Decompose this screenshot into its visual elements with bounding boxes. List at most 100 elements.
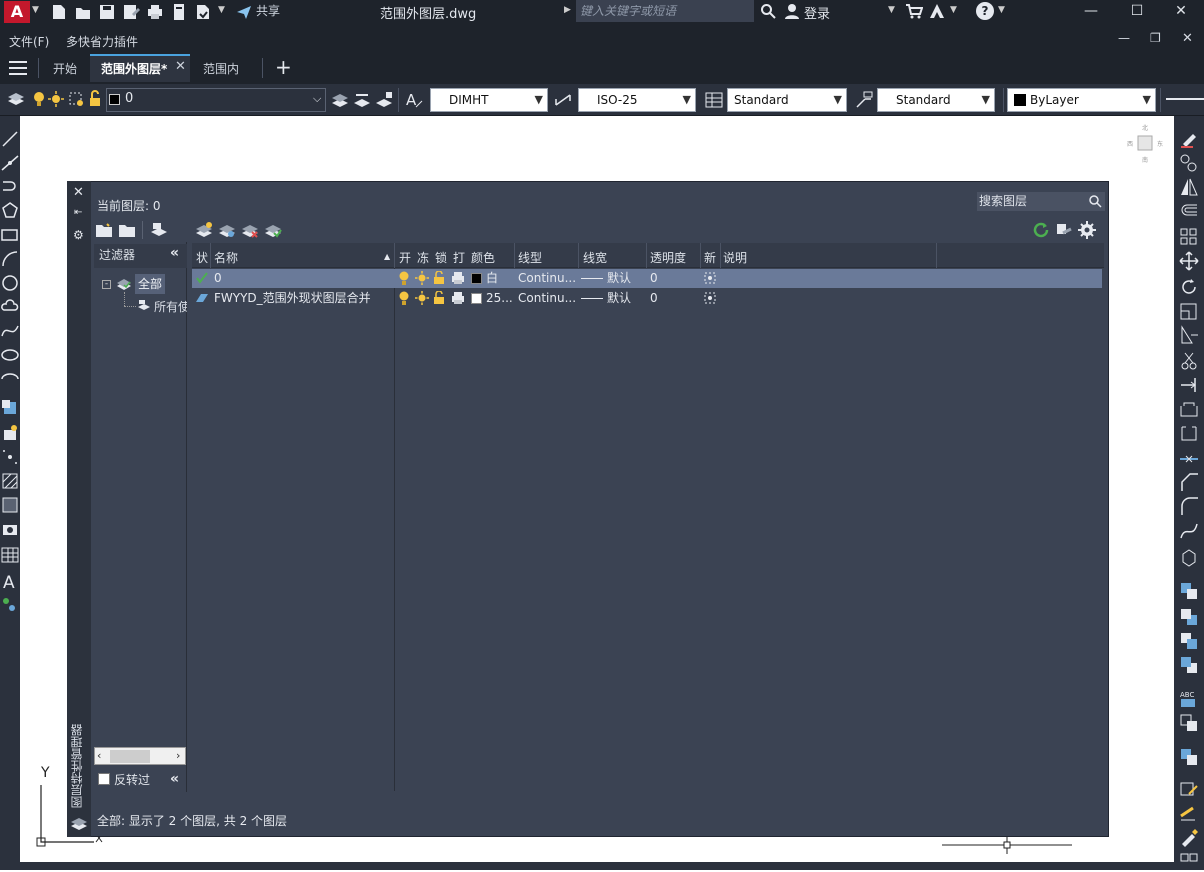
layer-translator-icon[interactable] [1055, 221, 1073, 239]
multileader-style-combo[interactable]: Standard ▼ [877, 88, 995, 112]
tab-inside-range[interactable]: 范围内 [203, 60, 239, 77]
column-transparency[interactable]: 透明度 [650, 249, 686, 266]
new-layer-icon[interactable] [195, 221, 213, 239]
plot-printer-icon[interactable] [451, 271, 465, 285]
text-style-combo[interactable]: DIMHT ▼ [430, 88, 548, 112]
column-freeze[interactable]: 冻 [417, 249, 429, 266]
break-icon[interactable] [1179, 422, 1199, 444]
layer-transparency[interactable]: 0 [650, 289, 658, 308]
viewcube-icon[interactable]: 北西 东南 [1124, 122, 1166, 164]
column-name[interactable]: 名称 [214, 249, 238, 266]
text-style-icon[interactable]: A [404, 89, 424, 111]
scroll-left-icon[interactable]: ‹ [97, 749, 101, 762]
edit-hatch-icon[interactable] [1179, 778, 1199, 800]
revision-cloud-icon[interactable] [0, 296, 20, 318]
layer-transparency[interactable]: 0 [650, 269, 658, 288]
help-icon[interactable]: ? [976, 2, 994, 20]
unlock-icon[interactable] [433, 271, 445, 285]
new-file-icon[interactable] [50, 2, 68, 22]
sun-thaw-icon[interactable] [48, 90, 64, 108]
copy-icon[interactable] [1179, 152, 1199, 174]
cart-icon[interactable] [905, 3, 923, 19]
gradient-icon[interactable] [0, 494, 20, 516]
layer-linetype[interactable]: Continu... [518, 269, 576, 288]
plot-icon[interactable] [170, 2, 188, 22]
blend-curves-icon[interactable] [1179, 520, 1199, 542]
doc-minimize-button[interactable]: — [1118, 31, 1130, 45]
palette-autohide-icon[interactable]: ⇤ [74, 207, 82, 218]
chamfer-icon[interactable] [1179, 472, 1199, 494]
column-lineweight[interactable]: 线宽 [583, 249, 607, 266]
layer-properties-icon[interactable] [6, 89, 26, 111]
column-new-vp-freeze[interactable]: 新 [704, 249, 716, 266]
qat-dropdown-icon[interactable]: ▼ [218, 5, 225, 15]
unlock-icon[interactable] [88, 90, 102, 108]
chevron-down-icon[interactable]: ▼ [834, 89, 842, 111]
bring-to-front-icon[interactable] [1179, 580, 1199, 602]
sun-thaw-icon[interactable] [415, 271, 429, 285]
search-icon[interactable] [1089, 195, 1102, 208]
previous-layer-icon[interactable] [374, 89, 394, 111]
dimension-style-combo[interactable]: ISO-25 ▼ [578, 88, 696, 112]
rectangle-icon[interactable] [0, 224, 20, 246]
multiline-text-icon[interactable]: A [0, 570, 20, 592]
ellipse-arc-icon[interactable] [0, 368, 20, 390]
close-button[interactable]: ✕ [1158, 0, 1204, 24]
linetype-preview[interactable] [1166, 98, 1204, 100]
scroll-right-icon[interactable]: › [176, 749, 180, 762]
help-dropdown-icon[interactable]: ▼ [998, 5, 1005, 15]
send-to-back-icon[interactable] [1179, 606, 1199, 628]
line-icon[interactable] [0, 128, 20, 150]
color-combo[interactable]: ByLayer ▼ [1007, 88, 1156, 112]
search-expand-icon[interactable]: ▶ [564, 5, 571, 15]
trim-icon[interactable] [1179, 350, 1199, 372]
lightbulb-on-icon[interactable] [32, 90, 46, 108]
table-icon[interactable] [0, 544, 20, 566]
keyword-search-input[interactable]: 键入关键字或短语 [576, 0, 754, 22]
new-vp-freeze-icon[interactable] [703, 271, 717, 285]
layer-states-manager-icon[interactable] [150, 221, 168, 239]
scroll-thumb[interactable] [110, 750, 150, 763]
unlock-icon[interactable] [433, 291, 445, 305]
hatch-to-back-icon[interactable] [1179, 712, 1199, 734]
new-tab-plus-icon[interactable]: + [275, 55, 292, 79]
column-linetype[interactable]: 线型 [518, 249, 542, 266]
new-layer-vp-frozen-icon[interactable] [218, 221, 236, 239]
print-icon[interactable] [146, 2, 164, 22]
layer-search-input[interactable]: 搜索图层 [977, 192, 1105, 211]
offset-icon[interactable] [1179, 200, 1199, 222]
palette-properties-icon[interactable]: ⚙ [73, 228, 84, 242]
send-under-icon[interactable] [1179, 654, 1199, 676]
match-layer-icon[interactable] [352, 89, 372, 111]
make-current-layer-icon[interactable] [330, 89, 350, 111]
arc-icon[interactable] [0, 248, 20, 270]
column-status[interactable]: 状 [196, 249, 208, 266]
sun-thaw-icon[interactable] [415, 291, 429, 305]
refresh-icon[interactable] [1032, 221, 1050, 239]
new-group-filter-icon[interactable] [118, 221, 136, 239]
lightbulb-on-icon[interactable] [398, 291, 410, 306]
chevron-down-icon[interactable]: ⌵ [313, 92, 321, 106]
share-button[interactable]: 共享 [256, 2, 280, 20]
tab-close-icon[interactable]: ✕ [175, 59, 186, 74]
doc-restore-button[interactable]: ❐ [1150, 31, 1161, 45]
save-as-icon[interactable] [122, 2, 140, 22]
sort-ascending-icon[interactable]: ▲ [384, 252, 390, 261]
collapse-bottom-icon[interactable]: « [170, 771, 179, 787]
settings-gear-icon[interactable] [1078, 221, 1096, 239]
ellipse-icon[interactable] [0, 344, 20, 366]
stretch-icon[interactable] [1179, 324, 1199, 346]
delete-layer-icon[interactable] [241, 221, 259, 239]
move-icon[interactable] [1179, 250, 1199, 272]
tab-active-drawing[interactable]: 范围外图层* [101, 60, 167, 77]
polyline-icon[interactable] [0, 176, 20, 198]
layer-row-selected[interactable] [192, 269, 1102, 288]
minimize-button[interactable]: — [1068, 0, 1114, 24]
new-vp-freeze-icon[interactable] [703, 291, 717, 305]
layer-name[interactable]: FWYYD_范围外现状图层合并 [214, 289, 371, 308]
invert-filter-checkbox[interactable] [98, 773, 110, 785]
collapse-filter-icon[interactable]: « [170, 245, 179, 261]
insert-block-icon[interactable] [0, 396, 20, 418]
share-icon[interactable] [236, 4, 252, 20]
menu-plugin[interactable]: 多快省力插件 [66, 33, 138, 50]
